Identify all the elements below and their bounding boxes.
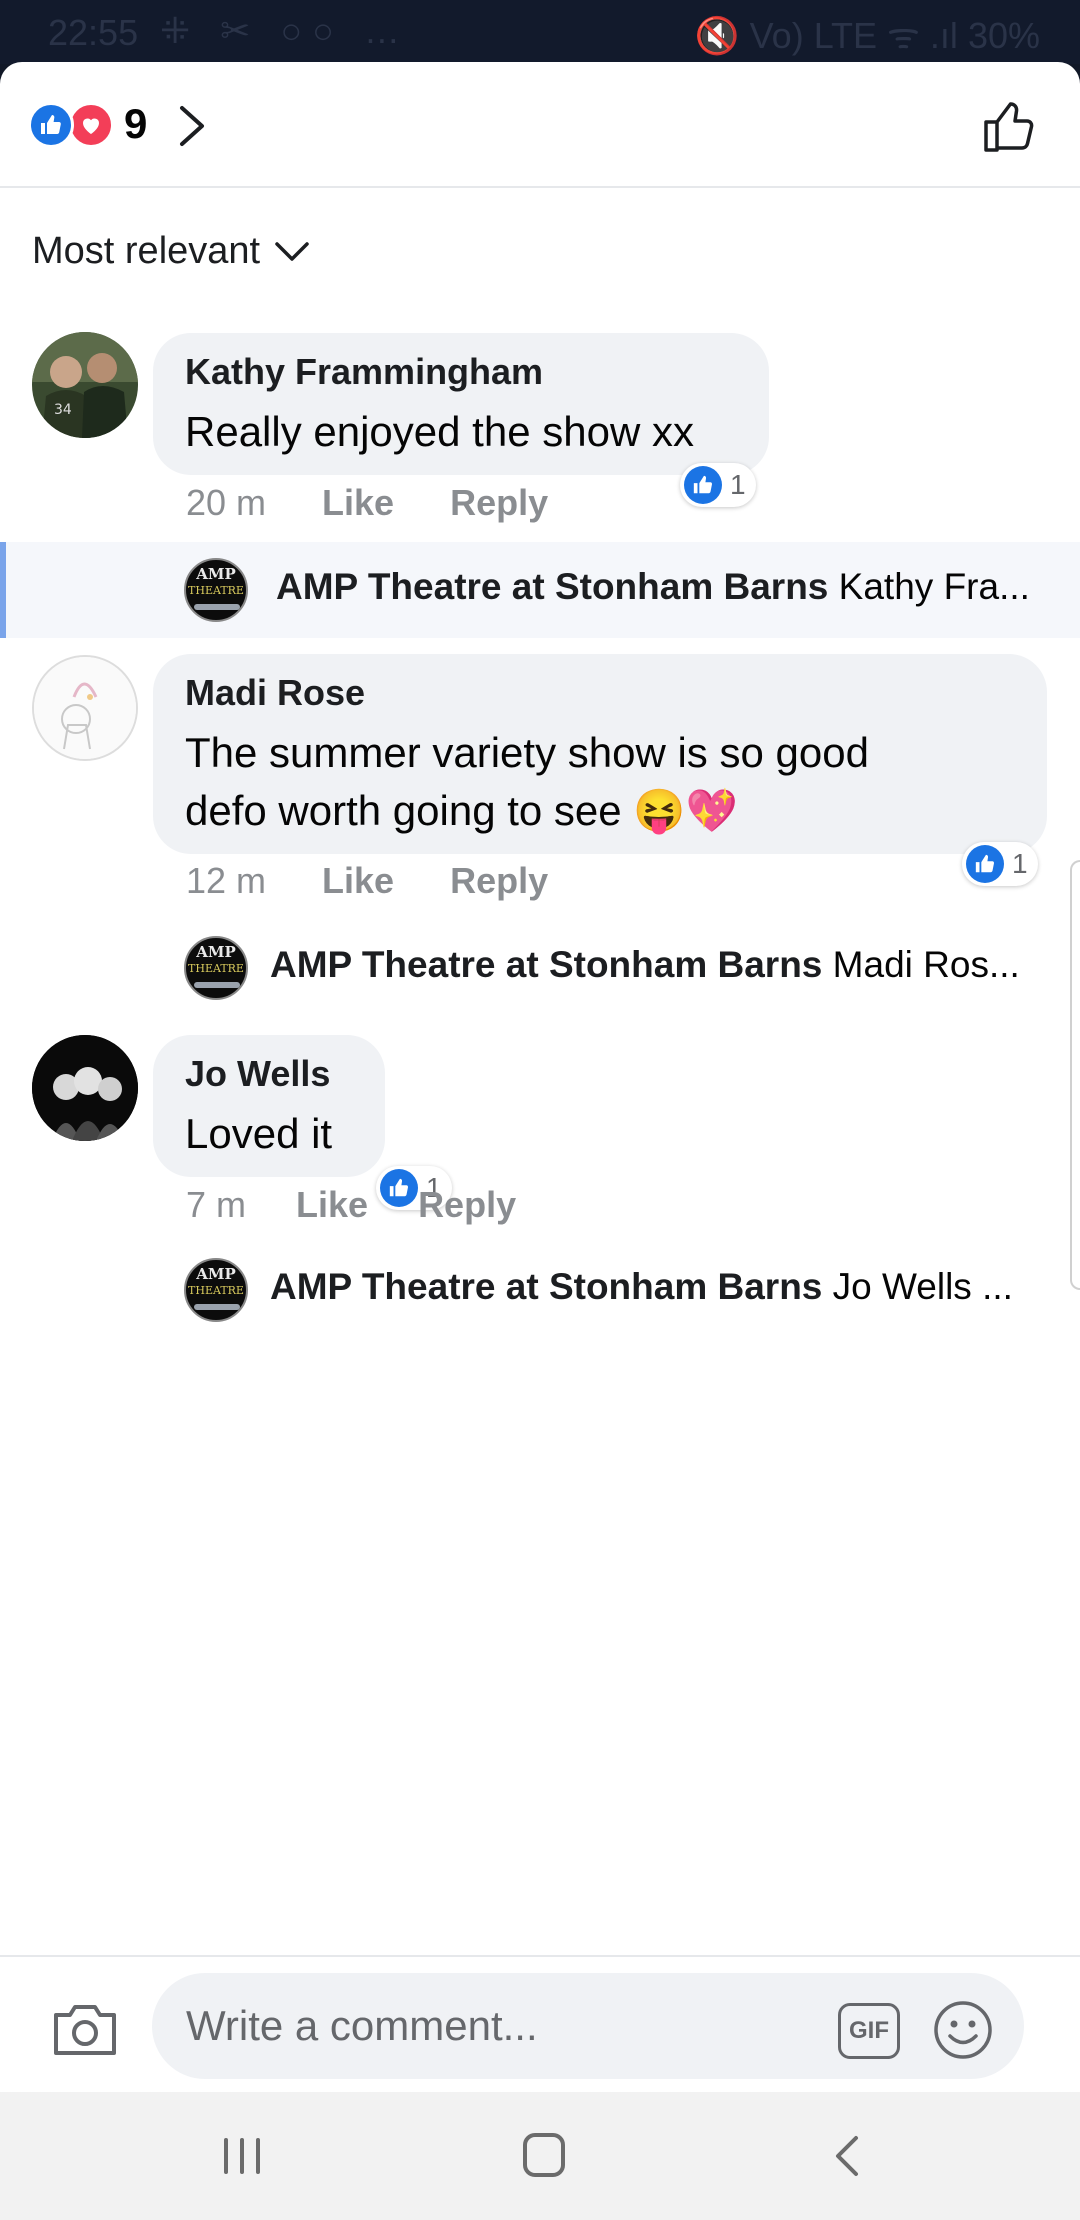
emoji-icon[interactable] [932,1999,994,2061]
chevron-right-icon[interactable] [172,102,212,150]
like-reaction-icon [966,845,1004,883]
page-avatar-logo-line1: AMP [196,1265,236,1283]
signal-icons: 🔇 Vo) LTE ᯤ .ıl [694,15,958,56]
sort-dropdown[interactable]: Most relevant [32,230,310,273]
like-reaction-icon [28,102,74,148]
page-avatar-logo-line2: THEATRE [188,962,244,975]
comment-meta: 7 m Like Reply [186,1184,516,1226]
sort-label: Most relevant [32,230,261,272]
reply-preview-text: AMP Theatre at Stonham Barns Kathy Fra..… [276,566,1046,608]
status-time: 22:55 [48,12,139,53]
reply-link[interactable]: Reply [418,1184,516,1226]
camera-icon[interactable] [50,1999,120,2059]
comment-bubble[interactable]: Jo Wells Loved it [153,1035,385,1177]
chevron-down-icon [275,241,309,261]
comment-bubble[interactable]: Kathy Frammingham Really enjoyed the sho… [153,333,769,475]
reply-link[interactable]: Reply [450,860,548,902]
reply-preview-row[interactable]: AMP THEATRE AMP Theatre at Stonham Barns… [0,920,1080,1016]
like-link[interactable]: Like [296,1184,368,1226]
svg-text:34: 34 [54,402,72,418]
home-icon[interactable] [522,2132,566,2178]
like-link[interactable]: Like [322,860,394,902]
comment-text: Loved it [185,1110,333,1157]
reply-snippet: Kathy Fra... [838,566,1030,607]
comment-author[interactable]: Jo Wells [185,1053,353,1095]
reaction-number: 1 [1012,848,1028,879]
reaction-count[interactable]: 9 [124,100,147,148]
comment-text: Really enjoyed the show xx [185,408,694,455]
reply-preview-row[interactable]: AMP THEATRE AMP Theatre at Stonham Barns… [0,1242,1080,1338]
page-avatar-logo-line1: AMP [196,943,236,961]
reply-link[interactable]: Reply [450,482,548,524]
comment-text-line-1: The summer variety show is so good [185,729,869,776]
page-avatar-logo-line1: AMP [196,565,236,583]
comment-text-line-2: defo worth going to see 😝💖 [185,787,738,834]
love-reaction-icon [68,102,114,148]
reply-preview-text: AMP Theatre at Stonham Barns Jo Wells ..… [270,1266,1040,1308]
page-avatar-logo-line2: THEATRE [188,1284,244,1297]
comment-meta: 12 m Like Reply [186,860,548,902]
reply-snippet: Madi Ros... [832,944,1020,985]
notification-icons: ⁜ ✂ ○○ … [160,10,410,51]
reply-preview-row[interactable]: AMP THEATRE AMP Theatre at Stonham Barns… [0,542,1080,638]
page-avatar-logo-line2: THEATRE [188,584,244,597]
comment-author[interactable]: Kathy Frammingham [185,351,737,393]
like-button-icon[interactable] [980,96,1040,156]
back-icon[interactable] [832,2134,862,2178]
comment-time[interactable]: 20 m [186,482,266,524]
comment-time[interactable]: 7 m [186,1184,246,1226]
avatar-kathy-frammingham[interactable]: 34 [32,332,138,438]
comment-author[interactable]: Madi Rose [185,672,1015,714]
recent-apps-icon[interactable] [222,2136,262,2176]
avatar-madi-rose[interactable] [32,655,138,761]
comment-meta: 20 m Like Reply [186,482,548,524]
reply-author: AMP Theatre at Stonham Barns [270,1266,823,1307]
system-nav-bar [0,2092,1080,2220]
reaction-number: 1 [730,469,746,500]
reactions-summary[interactable] [28,102,116,148]
comment-reaction-count[interactable]: 1 [962,842,1038,886]
page-avatar: AMP THEATRE [184,558,248,622]
battery-level: 30% [967,15,1040,56]
reply-author: AMP Theatre at Stonham Barns [270,944,823,985]
like-reaction-icon [684,466,722,504]
status-bar: 22:55 ⁜ ✂ ○○ … 🔇 Vo) LTE ᯤ .ıl 30% [0,0,1080,64]
avatar-jo-wells[interactable] [32,1035,138,1141]
system-indicators: 🔇 Vo) LTE ᯤ .ıl 30% [695,10,1040,59]
page-avatar: AMP THEATRE [184,1258,248,1322]
scrollbar[interactable] [1070,860,1080,1290]
comment-composer: GIF [0,1955,1080,2091]
comment-bubble[interactable]: Madi Rose The summer variety show is so … [153,654,1047,854]
reply-preview-text: AMP Theatre at Stonham Barns Madi Ros... [270,944,1040,986]
comment-reaction-count[interactable]: 1 [680,463,756,507]
gif-button[interactable]: GIF [838,2003,900,2059]
like-link[interactable]: Like [322,482,394,524]
reactions-header: 9 [0,62,1080,188]
comments-sheet: 9 Most relevant 34 Kathy Frammingham Rea… [0,62,1080,2092]
page-avatar: AMP THEATRE [184,936,248,1000]
reply-author: AMP Theatre at Stonham Barns [276,566,829,607]
reply-snippet: Jo Wells ... [832,1266,1013,1307]
comment-time[interactable]: 12 m [186,860,266,902]
